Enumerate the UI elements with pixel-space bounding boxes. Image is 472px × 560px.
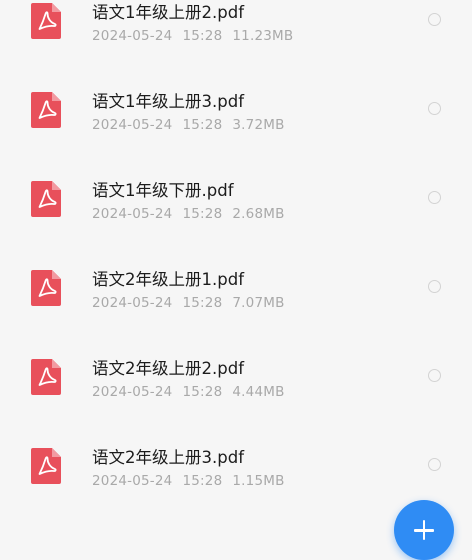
file-meta: 2024-05-24 15:28 7.07MB (92, 295, 285, 311)
select-radio[interactable] (428, 191, 441, 204)
file-row[interactable]: 语文2年级上册2.pdf 2024-05-24 15:28 4.44MB (0, 329, 472, 418)
file-name: 语文2年级上册2.pdf (92, 359, 244, 378)
file-date: 2024-05-24 (92, 295, 173, 311)
select-radio[interactable] (428, 280, 441, 293)
select-radio[interactable] (428, 13, 441, 26)
file-date: 2024-05-24 (92, 28, 173, 44)
file-meta: 2024-05-24 15:28 3.72MB (92, 117, 285, 133)
pdf-icon (30, 180, 62, 218)
pdf-icon (30, 91, 62, 129)
file-meta: 2024-05-24 15:28 11.23MB (92, 28, 293, 44)
file-date: 2024-05-24 (92, 473, 173, 489)
file-size: 3.72MB (232, 117, 285, 133)
file-time: 15:28 (182, 473, 223, 489)
file-row[interactable]: 语文2年级上册1.pdf 2024-05-24 15:28 7.07MB (0, 240, 472, 329)
file-time: 15:28 (182, 28, 223, 44)
file-date: 2024-05-24 (92, 206, 173, 222)
add-button[interactable] (394, 500, 454, 560)
file-row[interactable]: 语文1年级上册3.pdf 2024-05-24 15:28 3.72MB (0, 62, 472, 151)
pdf-icon (30, 358, 62, 396)
file-time: 15:28 (182, 206, 223, 222)
pdf-icon (30, 2, 62, 40)
file-row[interactable]: 语文1年级上册2.pdf 2024-05-24 15:28 11.23MB (0, 0, 472, 62)
file-size: 1.15MB (232, 473, 285, 489)
file-meta: 2024-05-24 15:28 4.44MB (92, 384, 285, 400)
file-time: 15:28 (182, 117, 223, 133)
file-size: 2.68MB (232, 206, 285, 222)
file-name: 语文1年级上册3.pdf (92, 92, 244, 111)
file-size: 4.44MB (232, 384, 285, 400)
file-size: 7.07MB (232, 295, 285, 311)
file-row[interactable]: 语文2年级上册3.pdf 2024-05-24 15:28 1.15MB (0, 418, 472, 507)
file-name: 语文1年级上册2.pdf (92, 3, 244, 22)
file-name: 语文2年级上册3.pdf (92, 448, 244, 467)
file-meta: 2024-05-24 15:28 1.15MB (92, 473, 285, 489)
pdf-icon (30, 269, 62, 307)
file-size: 11.23MB (232, 28, 294, 44)
file-meta: 2024-05-24 15:28 2.68MB (92, 206, 285, 222)
pdf-icon (30, 447, 62, 485)
file-date: 2024-05-24 (92, 384, 173, 400)
select-radio[interactable] (428, 369, 441, 382)
file-name: 语文2年级上册1.pdf (92, 270, 244, 289)
file-date: 2024-05-24 (92, 117, 173, 133)
select-radio[interactable] (428, 102, 441, 115)
file-time: 15:28 (182, 295, 223, 311)
file-time: 15:28 (182, 384, 223, 400)
file-name: 语文1年级下册.pdf (92, 181, 234, 200)
file-row[interactable]: 语文1年级下册.pdf 2024-05-24 15:28 2.68MB (0, 151, 472, 240)
select-radio[interactable] (428, 458, 441, 471)
